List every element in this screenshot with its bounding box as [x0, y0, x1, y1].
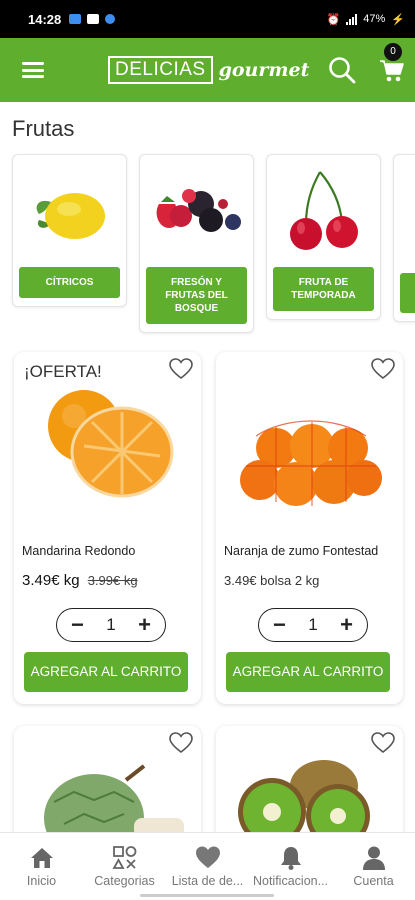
brand-logo[interactable]: DELICIAS gourmet [108, 56, 309, 84]
nav-item-categorias[interactable]: Categorias [83, 833, 166, 900]
oranges-bag-image [240, 420, 382, 506]
category-card-partial[interactable] [393, 154, 415, 322]
category-card-citricos[interactable]: CÍTRICOS [12, 154, 127, 307]
app-header: DELICIAS gourmet [0, 38, 415, 102]
status-right: ⏰ 47% ⚡ [327, 13, 405, 26]
heart-icon [195, 846, 220, 868]
product-name[interactable]: Naranja de zumo Fontestad [224, 544, 378, 558]
home-indicator [140, 894, 274, 897]
add-to-cart-button[interactable]: AGREGAR AL CARRITO [226, 652, 390, 692]
battery-level: 47% [363, 13, 386, 25]
product-price: 3.49€ bolsa 2 kg [224, 573, 320, 588]
nav-label: Categorias [94, 874, 155, 888]
berries-icon [156, 189, 241, 232]
nav-label: Inicio [26, 874, 57, 888]
quantity-stepper: − 1 + [258, 608, 368, 642]
decrement-button[interactable]: − [71, 614, 84, 636]
nav-label: Notificacion... [252, 874, 329, 888]
nav-item-cuenta[interactable]: Cuenta [332, 833, 415, 900]
nav-item-lista-deseos[interactable]: Lista de de... [166, 833, 249, 900]
bottom-navigation: Inicio Categorias Lista de de... Notific… [0, 832, 415, 900]
category-button[interactable]: FRUTA DE TEMPORADA [273, 267, 374, 311]
category-card-fresones[interactable]: FRESÓN Y FRUTAS DEL BOSQUE [139, 154, 254, 333]
price-row: 3.49€ kg 3.99€ kg [22, 572, 138, 589]
favorite-heart-icon[interactable] [371, 732, 395, 754]
user-icon [362, 846, 385, 870]
quantity-stepper: − 1 + [56, 608, 166, 642]
old-price: 3.99€ kg [87, 573, 138, 588]
app-notification-icon [69, 14, 82, 24]
quantity-value[interactable]: 1 [308, 615, 317, 635]
decrement-button[interactable]: − [273, 614, 286, 636]
category-card-temporada[interactable]: FRUTA DE TEMPORADA [266, 154, 381, 320]
page-title: Frutas [12, 116, 75, 141]
alarm-icon: ⏰ [326, 13, 341, 26]
nav-item-inicio[interactable]: Inicio [0, 833, 83, 900]
product-card[interactable]: ¡OFERTA! Mandarina Redondo 3.49€ kg 3.99… [14, 352, 201, 704]
category-button[interactable]: CÍTRICOS [19, 267, 120, 298]
cherries-icon [289, 171, 358, 250]
nav-label: Lista de de... [171, 874, 244, 888]
product-card[interactable]: Naranja de zumo Fontestad 3.49€ bolsa 2 … [216, 352, 403, 704]
nav-label: Cuenta [353, 874, 394, 888]
price-row: 3.49€ bolsa 2 kg [224, 572, 319, 589]
bell-icon [280, 847, 301, 870]
kiwi-image [238, 760, 370, 832]
home-icon [30, 848, 53, 868]
signal-icon [346, 13, 358, 25]
monitor-icon [87, 14, 100, 24]
add-to-cart-button[interactable]: AGREGAR AL CARRITO [24, 652, 188, 692]
logo-script-text: gourmet [218, 59, 310, 81]
logo-box-text: DELICIAS [108, 56, 213, 84]
custard-apple-image [44, 764, 184, 832]
categories-icon [111, 846, 136, 869]
increment-button[interactable]: + [138, 614, 151, 636]
battery-icon: ⚡ [391, 13, 405, 26]
category-button[interactable] [400, 273, 415, 313]
status-bar: 14:28 ⏰ 47% ⚡ [0, 0, 415, 38]
notification-icons [69, 14, 116, 24]
status-time: 14:28 [28, 11, 62, 27]
cart-count-badge: 0 [384, 43, 402, 61]
lemon-icon [36, 193, 105, 239]
menu-icon[interactable] [22, 62, 44, 78]
search-icon[interactable] [328, 56, 356, 84]
category-button[interactable]: FRESÓN Y FRUTAS DEL BOSQUE [146, 267, 247, 324]
mandarin-image [48, 390, 174, 498]
product-name[interactable]: Mandarina Redondo [22, 544, 135, 558]
product-price: 3.49€ kg [22, 572, 80, 589]
bluetooth-icon [105, 14, 116, 24]
increment-button[interactable]: + [340, 614, 353, 636]
nav-item-notificaciones[interactable]: Notificacion... [249, 833, 332, 900]
quantity-value[interactable]: 1 [106, 615, 115, 635]
favorite-heart-icon[interactable] [169, 732, 193, 754]
